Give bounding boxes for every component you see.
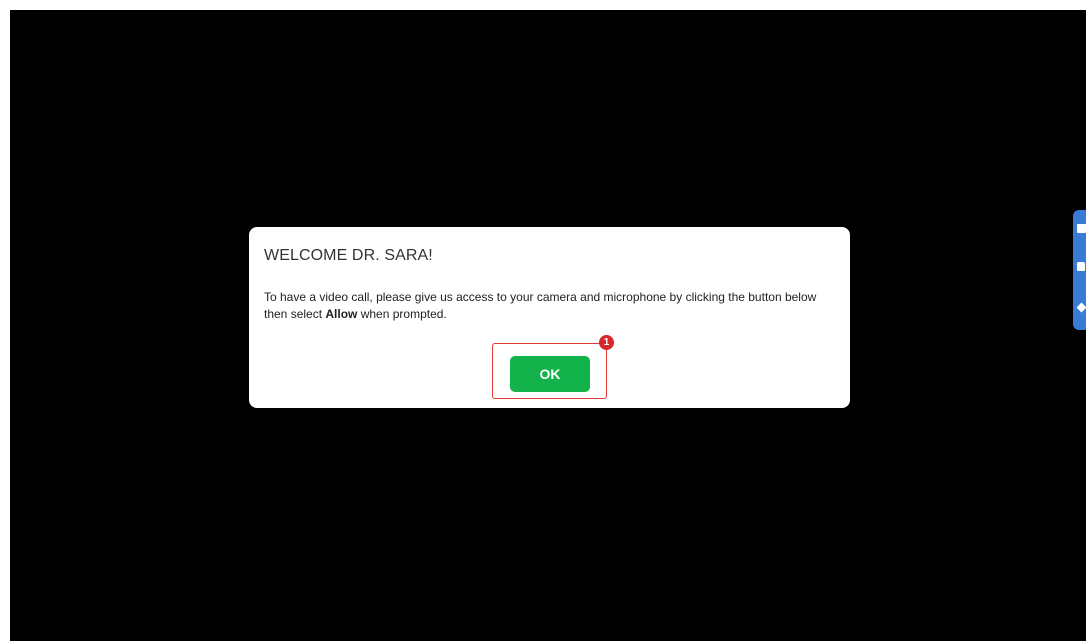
dialog-message-tail: when prompted. xyxy=(357,307,447,321)
side-feedback-tab[interactable] xyxy=(1073,210,1086,330)
video-call-stage: WELCOME DR. SARA! To have a video call, … xyxy=(10,10,1086,641)
welcome-dialog: WELCOME DR. SARA! To have a video call, … xyxy=(249,227,850,408)
dialog-message-allow: Allow xyxy=(325,307,358,321)
flag-icon[interactable] xyxy=(1077,224,1086,233)
thumbs-up-icon[interactable] xyxy=(1077,262,1085,271)
dialog-title: WELCOME DR. SARA! xyxy=(264,247,433,264)
arrow-left-icon[interactable] xyxy=(1076,302,1086,313)
step-badge: 1 xyxy=(599,335,614,350)
dialog-message: To have a video call, please give us acc… xyxy=(264,289,824,323)
ok-button[interactable]: OK xyxy=(510,356,590,392)
